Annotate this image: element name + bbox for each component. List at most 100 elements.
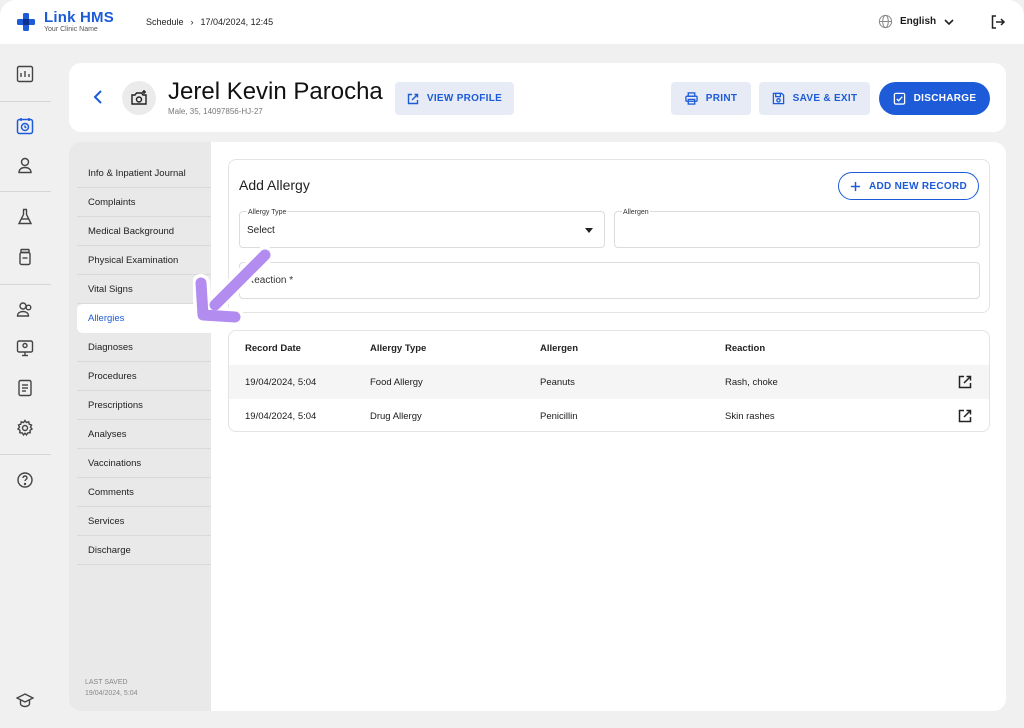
cell-record-date: 19/04/2024, 5:04 — [245, 411, 317, 422]
print-button[interactable]: PRINT — [671, 82, 751, 115]
save-icon — [772, 92, 784, 105]
rail-divider — [0, 191, 51, 192]
open-external-icon — [407, 93, 419, 104]
add-new-record-label: ADD NEW RECORD — [868, 180, 968, 192]
nav-item-discharge[interactable]: Discharge — [77, 536, 211, 565]
icon-rail — [0, 44, 51, 728]
top-bar: Link HMS Your Clinic Name Schedule › 17/… — [0, 0, 1024, 44]
rail-divider — [0, 101, 51, 102]
medicine-bottle-icon — [19, 248, 31, 266]
app-logo[interactable]: Link HMS Your Clinic Name — [16, 10, 114, 33]
breadcrumb-separator: › — [190, 17, 194, 27]
view-profile-button[interactable]: VIEW PROFILE — [395, 82, 514, 115]
save-exit-label: SAVE & EXIT — [792, 93, 858, 104]
breadcrumb: Schedule › 17/04/2024, 12:45 — [146, 17, 273, 27]
cell-allergy-type: Food Allergy — [370, 377, 423, 388]
dashboard-icon — [16, 65, 34, 83]
back-button[interactable] — [91, 89, 105, 110]
cell-reaction: Skin rashes — [725, 411, 775, 422]
globe-icon — [878, 14, 893, 29]
table-row[interactable]: 19/04/2024, 5:04 Food Allergy Peanuts Ra… — [229, 365, 989, 399]
open-record-button[interactable] — [958, 409, 972, 426]
app-name: Link HMS — [44, 9, 114, 26]
nav-item-medical-background[interactable]: Medical Background — [77, 217, 211, 246]
nav-item-info-inpatient-journal[interactable]: Info & Inpatient Journal — [77, 159, 211, 188]
allergy-type-value: Select — [247, 225, 275, 236]
discharge-button[interactable]: DISCHARGE — [879, 82, 990, 115]
reaction-field[interactable]: Reaction * — [239, 262, 980, 299]
graduation-cap-icon — [16, 693, 34, 708]
rail-patients[interactable] — [15, 155, 35, 175]
logout-icon — [991, 15, 1006, 29]
cross-logo-icon — [17, 13, 35, 31]
clipboard-check-icon — [893, 92, 905, 105]
nav-item-services[interactable]: Services — [77, 507, 211, 536]
logout-button[interactable] — [990, 14, 1006, 35]
gear-icon — [16, 419, 34, 437]
patient-meta: Male, 35, 14097856-HJ-27 — [168, 107, 263, 116]
patient-photo-button[interactable] — [122, 81, 156, 115]
clinic-name: Your Clinic Name — [44, 26, 98, 33]
allergy-type-label: Allergy Type — [247, 209, 288, 216]
nav-item-physical-examination[interactable]: Physical Examination — [77, 246, 211, 275]
chevron-left-icon — [93, 90, 102, 104]
rail-pharmacy[interactable] — [15, 247, 35, 267]
nav-item-allergies[interactable]: Allergies — [77, 304, 211, 333]
breadcrumb-schedule[interactable]: Schedule — [146, 17, 184, 27]
language-selector[interactable]: English — [878, 14, 955, 29]
nav-item-vaccinations[interactable]: Vaccinations — [77, 449, 211, 478]
nav-item-vital-signs[interactable]: Vital Signs — [77, 275, 211, 304]
rail-telemedicine[interactable] — [15, 338, 35, 358]
allergy-type-select[interactable]: Allergy Type Select — [239, 209, 605, 248]
cell-allergy-type: Drug Allergy — [370, 411, 422, 422]
discharge-label: DISCHARGE — [913, 93, 977, 104]
nav-item-comments[interactable]: Comments — [77, 478, 211, 507]
breadcrumb-datetime: 17/04/2024, 12:45 — [200, 17, 274, 27]
header-allergen: Allergen — [540, 343, 579, 354]
calendar-clock-icon — [16, 118, 34, 135]
rail-settings[interactable] — [15, 418, 35, 438]
view-profile-label: VIEW PROFILE — [426, 93, 503, 104]
last-saved-label: LAST SAVED — [85, 679, 128, 686]
open-external-icon — [958, 409, 972, 423]
table-row[interactable]: 19/04/2024, 5:04 Drug Allergy Penicillin… — [229, 399, 989, 431]
last-saved: LAST SAVED 19/04/2024, 5:04 — [85, 678, 138, 699]
users-icon — [16, 302, 32, 317]
nav-item-analyses[interactable]: Analyses — [77, 420, 211, 449]
allergy-table: Record Date Allergy Type Allergen Reacti… — [228, 330, 990, 432]
rail-staff[interactable] — [15, 299, 35, 319]
patient-name: Jerel Kevin Parocha — [168, 78, 383, 105]
header-record-date: Record Date — [245, 343, 301, 354]
rail-divider — [0, 454, 51, 455]
plus-icon — [850, 181, 861, 191]
rail-learning[interactable] — [15, 690, 35, 710]
cell-reaction: Rash, choke — [725, 377, 778, 388]
dropdown-caret-icon — [585, 228, 593, 233]
nav-item-procedures[interactable]: Procedures — [77, 362, 211, 391]
header-allergy-type: Allergy Type — [370, 343, 427, 354]
flask-icon — [17, 208, 33, 225]
rail-dashboard[interactable] — [15, 64, 35, 84]
cell-allergen: Penicillin — [540, 411, 578, 422]
user-icon — [18, 157, 32, 174]
open-external-icon — [958, 375, 972, 389]
rail-help[interactable] — [15, 470, 35, 490]
patient-header: Jerel Kevin Parocha Male, 35, 14097856-H… — [69, 63, 1006, 132]
allergen-field[interactable]: Allergen — [614, 209, 980, 248]
nav-item-diagnoses[interactable]: Diagnoses — [77, 333, 211, 362]
help-icon — [17, 472, 33, 488]
nav-item-complaints[interactable]: Complaints — [77, 188, 211, 217]
allergen-label: Allergen — [622, 209, 650, 216]
rail-lab[interactable] — [15, 207, 35, 227]
save-exit-button[interactable]: SAVE & EXIT — [759, 82, 870, 115]
open-record-button[interactable] — [958, 375, 972, 392]
rail-reports[interactable] — [15, 378, 35, 398]
monitor-user-icon — [16, 340, 34, 357]
document-icon — [18, 379, 32, 397]
rail-schedule[interactable] — [15, 116, 35, 136]
add-new-record-button[interactable]: ADD NEW RECORD — [838, 172, 979, 200]
rail-divider — [0, 284, 51, 285]
section-nav: Info & Inpatient Journal Complaints Medica… — [77, 159, 211, 565]
add-photo-icon — [131, 90, 147, 105]
nav-item-prescriptions[interactable]: Prescriptions — [77, 391, 211, 420]
